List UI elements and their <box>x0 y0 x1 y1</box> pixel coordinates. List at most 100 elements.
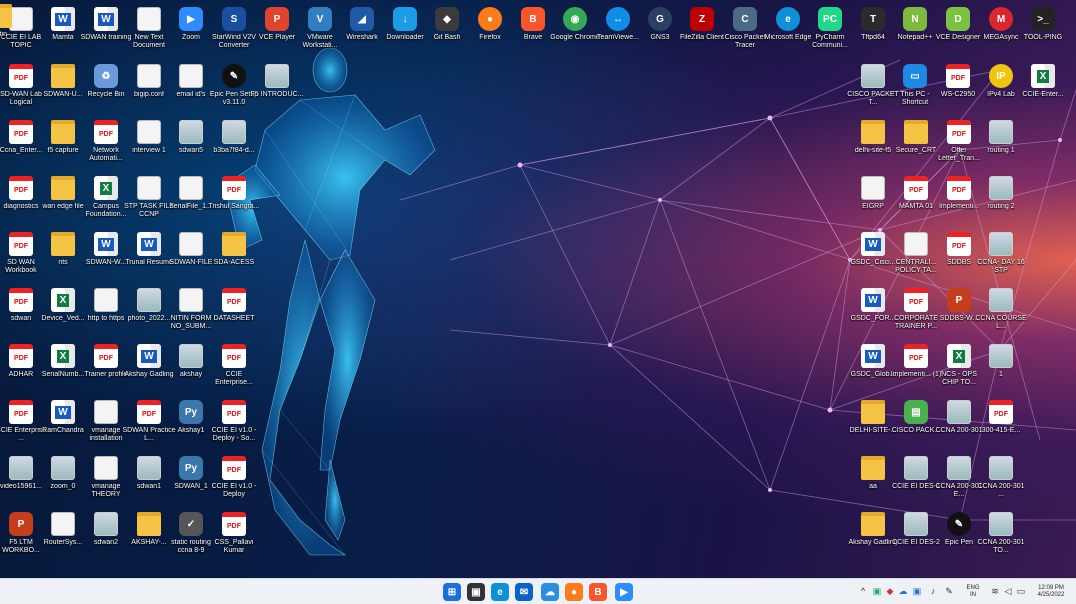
desktop-icon-sda-acess[interactable]: SDA-ACESS <box>210 228 258 284</box>
desktop-icon-1[interactable]: 1 <box>977 340 1025 396</box>
desktop-icon-cisco-packet-t[interactable]: CISCO PACKET T... <box>847 60 899 116</box>
desktop-icon-sddbs[interactable]: PDF SDDBS <box>935 228 983 284</box>
desktop-icon-bigip-conf[interactable]: bigip.conf <box>125 60 173 116</box>
desktop-icon-secure-crt[interactable]: Secure_CRT <box>892 116 940 172</box>
zoom-taskbar[interactable]: ▶ <box>615 583 633 601</box>
desktop-icon-downloader[interactable]: ↓ Downloader <box>381 3 429 59</box>
desktop-icon-sdwan2[interactable]: sdwan2 <box>82 508 130 564</box>
desktop-icon-starwind-v2v-converter[interactable]: S StarWind V2V Converter <box>210 3 258 59</box>
desktop-icon-interview-1[interactable]: interview 1 <box>125 116 173 172</box>
desktop-icon-firefox[interactable]: ● Firefox <box>466 3 514 59</box>
show-hidden-icons-chevron-icon[interactable]: ^ <box>858 586 868 598</box>
desktop-icon-epic-pen[interactable]: ✎ Epic Pen <box>935 508 983 564</box>
desktop-icon-tftpd64[interactable]: T Tftpd64 <box>849 3 897 59</box>
desktop-icon-this-pc-shortcut[interactable]: ▭ This PC - Shortcut <box>891 60 939 116</box>
desktop-icon-ccie-enter[interactable]: X CCIE-Enter... <box>1019 60 1067 116</box>
desktop-icon-trunal-resume[interactable]: W Trunal Resume <box>125 228 173 284</box>
desktop-icon-zoom-0[interactable]: zoom_0 <box>39 452 87 508</box>
desktop-icon-epic-pen-setup-v3-11-0[interactable]: ✎ Epic Pen Setup v3.11.0 <box>210 60 258 116</box>
tray-app-icon[interactable]: ▣ <box>872 586 882 598</box>
desktop-icon-photo-2022[interactable]: photo_2022... <box>125 284 173 340</box>
desktop-icon-cisco-packet-tracer[interactable]: C Cisco Packet Tracer <box>721 3 769 59</box>
desktop-icon-zoom[interactable]: ▶ Zoom <box>167 3 215 59</box>
desktop-icon-ncs-ops-chip-to[interactable]: X NCS - OPS CHIP TO... <box>935 340 983 396</box>
desktop-icon-akshay1[interactable]: Py Akshay1 <box>167 396 215 452</box>
desktop-icon-mamta[interactable]: W Mamta <box>39 3 87 59</box>
desktop-icon-vmanage-theory[interactable]: vmanage THEORY <box>82 452 130 508</box>
microphone-icon[interactable]: ♪ <box>928 586 938 598</box>
desktop-icon-implementi[interactable]: PDF Implementi... <box>935 172 983 228</box>
desktop-icon-campus-foundation[interactable]: X Campus Foundation... <box>82 172 130 228</box>
desktop-icon-f5-capture[interactable]: f5 capture <box>39 116 87 172</box>
desktop-icon-routersys[interactable]: RouterSys... <box>39 508 87 564</box>
pen-icon[interactable]: ✎ <box>944 586 954 598</box>
desktop-icon-ws-c2950[interactable]: PDF WS-C2950 <box>934 60 982 116</box>
desktop-icon-300-415-e[interactable]: PDF 300-415-E... <box>977 396 1025 452</box>
volume-icon[interactable]: ◁ <box>1003 586 1013 598</box>
desktop-icon-sdwan-training[interactable]: W SDWAN training <box>81 3 131 59</box>
desktop-icon-static-routing-ccna-8-9[interactable]: ✓ static routing ccna 8-9 <box>167 508 215 564</box>
desktop-icon-sdwan1[interactable]: sdwan1 <box>125 452 173 508</box>
desktop-icon-pycharm-communi[interactable]: PC PyCharm Communi... <box>806 3 854 59</box>
desktop-icon-routing-2[interactable]: routing 2 <box>977 172 1025 228</box>
desktop-icon-aa[interactable]: aa <box>849 452 897 508</box>
task-view-button[interactable]: ▣ <box>467 583 485 601</box>
desktop-icon-filezilla-client[interactable]: Z FileZilla Client <box>678 3 726 59</box>
start-button[interactable]: ⊞ <box>443 583 461 601</box>
tray-cloud-icon[interactable]: ☁ <box>898 586 908 598</box>
desktop-icon-vmware-workstati[interactable]: V VMware Workstati... <box>296 3 344 59</box>
desktop-icon-serialfile-1[interactable]: serialFile_1... <box>167 172 215 228</box>
desktop-icon-delhi-site[interactable]: DELHI-SITE-... <box>849 396 897 452</box>
desktop-icon-ccna-200-301-e[interactable]: CCNA 200-301 E... <box>935 452 983 508</box>
desktop-icon-gsdc-glob[interactable]: W GSDC_Glob... <box>849 340 897 396</box>
desktop-icon-microsoft-edge[interactable]: e Microsoft Edge <box>764 3 812 59</box>
desktop-icon-sdwan-w[interactable]: W SDWAN-W... <box>82 228 130 284</box>
desktop-icon-corporate-trainer-p[interactable]: PDF CORPORATE TRAINER P... <box>892 284 940 340</box>
desktop-icon-b3ba7f84-d[interactable]: b3ba7f84-d... <box>210 116 258 172</box>
desktop-icon-sdwan-file[interactable]: SDWAN-FILE <box>167 228 215 284</box>
desktop-icon-trainer-profile[interactable]: PDF Trainer profile <box>82 340 130 396</box>
desktop-icon-vmanage-installation[interactable]: vmanage installation <box>82 396 130 452</box>
language-indicator[interactable]: ENG IN <box>962 585 984 599</box>
onedrive-taskbar[interactable]: ☁ <box>541 583 559 601</box>
desktop-icon-ccna-course-l[interactable]: CCNA COURSE L... <box>975 284 1027 340</box>
desktop-icon-gsdc-cisci[interactable]: W GSDC_Cisci... <box>849 228 897 284</box>
desktop-icon-routing-1[interactable]: routing 1 <box>977 116 1025 172</box>
desktop-icon-sdwan-1[interactable]: Py SDWAN_1 <box>167 452 215 508</box>
desktop-icon-wireshark[interactable]: ◢ Wireshark <box>338 3 386 59</box>
desktop-icon-ipv4-lab[interactable]: IP IPv4 Lab <box>977 60 1025 116</box>
edge-taskbar[interactable]: e <box>491 583 509 601</box>
desktop-icon-akshay-gadling[interactable]: W Akshay Gadling <box>124 340 174 396</box>
desktop-icon-cisco-pack[interactable]: ▤ CISCO PACK... <box>892 396 940 452</box>
desktop-icon-nitin-form-no-subm[interactable]: NITIN FORM NO_SUBM... <box>167 284 215 340</box>
desktop-icon-trishul-sangra[interactable]: PDF Trishul Sangra... <box>208 172 260 228</box>
desktop-icon-google-chrome[interactable]: ◉ Google Chrome <box>550 3 600 59</box>
desktop-icon-gns3[interactable]: G GNS3 <box>636 3 684 59</box>
desktop-icon-offer-letter-tran[interactable]: PDF Offer Letter_Tran... <box>935 116 983 172</box>
desktop-icon-git-bash[interactable]: ◆ Git Bash <box>423 3 471 59</box>
firefox-taskbar[interactable]: ● <box>565 583 583 601</box>
desktop-icon-new-text-document[interactable]: New Text Document <box>125 3 173 59</box>
desktop-icon-akshay[interactable]: AKSHAY-... <box>125 508 173 564</box>
desktop-icon-recycle-bin[interactable]: ♻ Recycle Bin <box>82 60 130 116</box>
tray-security-icon[interactable]: ◆ <box>885 586 895 598</box>
desktop-icon-akshay-gadling[interactable]: Akshay Gadling <box>848 508 898 564</box>
desktop-icon-implementi-1[interactable]: PDF Implementi... (1) <box>891 340 941 396</box>
desktop-icon-http-to-https[interactable]: http to https <box>82 284 130 340</box>
desktop-icon-ccna-200-301-to[interactable]: CCNA 200-301 TO... <box>977 508 1025 564</box>
desktop-icon-sdwan-practice-l[interactable]: PDF SDWAN Practice L... <box>122 396 176 452</box>
wifi-icon[interactable]: ≋ <box>990 586 1000 598</box>
desktop-icon-stp-task-file-ccnp[interactable]: STP TASK FILE CCNP <box>124 172 174 228</box>
desktop-icon-notepad[interactable]: N Notepad++ <box>891 3 939 59</box>
desktop-icon-teamviewe[interactable]: ↔ TeamViewe... <box>594 3 642 59</box>
desktop-icon-ccie-enterprise[interactable]: PDF CCIE Enterprise... <box>210 340 258 396</box>
desktop-icon-serialnumb[interactable]: X SerialNumb... <box>39 340 87 396</box>
desktop-icon-nitin[interactable]: Nitin <box>0 0 24 56</box>
desktop-icon-delhi-site-f5[interactable]: delhi-site-f5 <box>849 116 897 172</box>
desktop-icon-ccie-ei-des-1[interactable]: CCIE EI DES-1 <box>892 452 940 508</box>
desktop-icon-ccna-200-301[interactable]: CCNA 200-301 <box>935 396 983 452</box>
desktop-icon-sddbs-w[interactable]: P SDDBS-W... <box>935 284 983 340</box>
desktop-icon-brave[interactable]: B Brave <box>509 3 557 59</box>
desktop-icon-device-ved[interactable]: X Device_Ved... <box>39 284 87 340</box>
desktop-icon-ccie-ei-v1-0-deploy[interactable]: PDF CCIE EI v1.0 - Deploy <box>210 452 258 508</box>
